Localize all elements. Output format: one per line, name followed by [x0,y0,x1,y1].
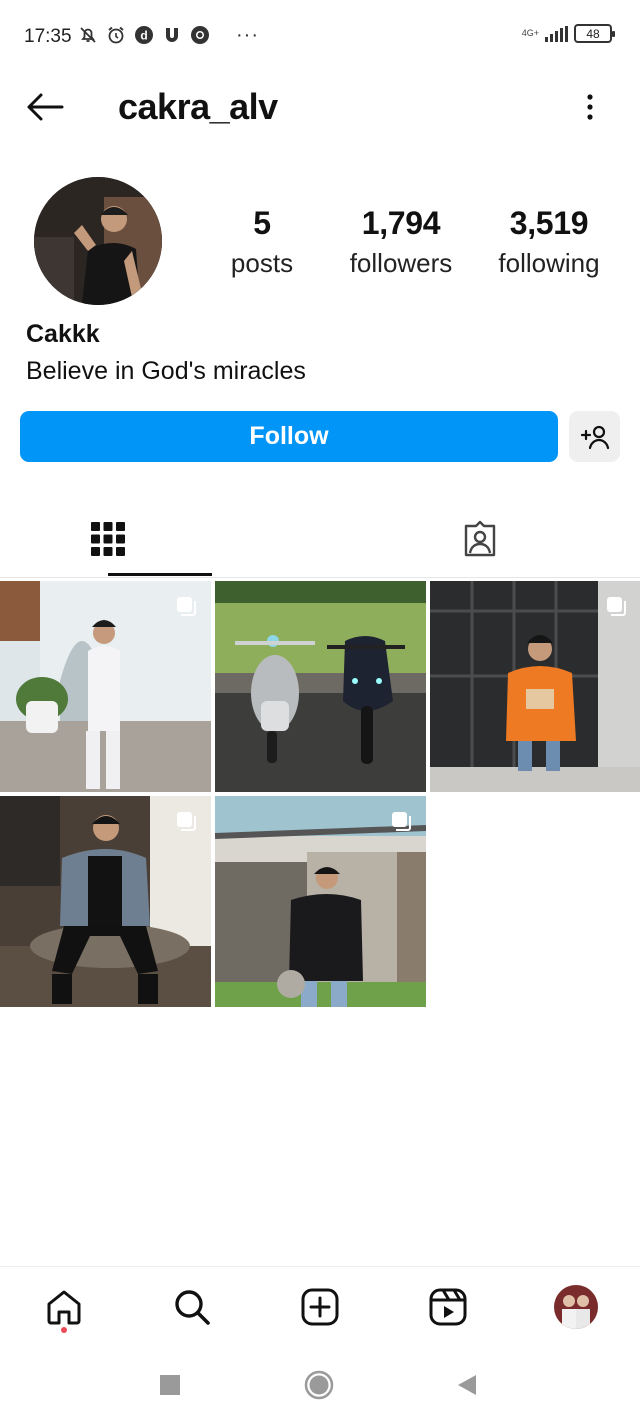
profile-tabs [0,500,640,578]
active-tab-indicator [108,573,212,576]
d-app-icon: d [134,25,154,45]
back-button[interactable] [24,90,66,124]
post-thumbnail-1[interactable] [0,581,211,792]
triangle-back-icon [458,1375,476,1395]
arrow-left-icon [27,93,64,121]
nav-home[interactable] [42,1285,86,1333]
home-notification-dot [61,1327,67,1333]
alarm-icon [106,25,126,45]
add-person-icon [580,425,609,449]
profile-display-name: Cakkk [26,320,100,348]
battery-icon: 48 [574,24,615,43]
tagged-person-icon [464,520,496,556]
followers-stat[interactable]: 1,794 followers [326,205,476,279]
status-bar: 17:35 d ··· 4G+ 48 [0,0,640,76]
suggested-accounts-button[interactable] [569,411,620,462]
svg-text:d: d [140,29,147,43]
status-notification-icons: d [78,25,210,45]
reels-icon [429,1288,467,1326]
post-thumbnail-5[interactable] [215,796,426,1007]
more-vertical-icon [587,94,593,120]
followers-label: followers [349,248,453,278]
system-navigation-bar [0,1346,640,1422]
plus-square-icon [301,1288,339,1326]
follow-button[interactable]: Follow [20,411,558,462]
multiple-photos-icon [607,597,626,616]
profile-bio: Believe in God's miracles [26,357,306,385]
followers-count: 1,794 [361,205,441,241]
recent-apps-button[interactable] [155,1370,185,1400]
posts-count: 5 [253,205,271,241]
tab-tagged[interactable] [320,500,640,577]
circle-icon [304,1370,334,1400]
signal-icon [545,25,568,42]
following-stat[interactable]: 3,519 following [484,205,614,279]
status-time: 17:35 [24,26,72,47]
nav-profile[interactable] [554,1285,598,1329]
following-count: 3,519 [509,205,589,241]
post-thumbnail-3[interactable] [430,581,640,792]
more-options-button[interactable] [578,92,602,122]
profile-username: cakra_alv [118,86,278,127]
post-thumbnail-2[interactable] [215,581,426,792]
network-type: 4G+ [521,28,539,38]
multiple-photos-icon [392,812,411,831]
bell-off-icon [78,25,98,45]
bottom-navigation [0,1266,640,1346]
nav-search[interactable] [170,1285,214,1329]
status-system-icons: 4G+ 48 [521,24,615,43]
square-icon [160,1375,180,1395]
profile-header: cakra_alv [0,76,640,138]
grid-icon [91,521,125,556]
profile-stats: 5 posts 1,794 followers 3,519 following [214,205,624,279]
home-icon [47,1290,81,1325]
search-icon [175,1290,210,1325]
posts-stat[interactable]: 5 posts [214,205,310,279]
tab-posts-grid[interactable] [0,500,320,577]
back-system-button[interactable] [452,1370,482,1400]
nav-reels[interactable] [426,1285,470,1329]
multiple-photos-icon [177,597,196,616]
home-system-button[interactable] [304,1370,334,1400]
multiple-photos-icon [177,812,196,831]
u-app-icon [162,25,182,45]
posts-label: posts [230,248,294,278]
following-label: following [498,248,600,278]
profile-avatar-thumbnail [554,1285,598,1329]
nav-create[interactable] [298,1285,342,1329]
post-thumbnail-4[interactable] [0,796,211,1007]
status-overflow: ··· [236,24,259,46]
profile-avatar[interactable] [34,177,162,305]
chrome-icon [190,25,210,45]
